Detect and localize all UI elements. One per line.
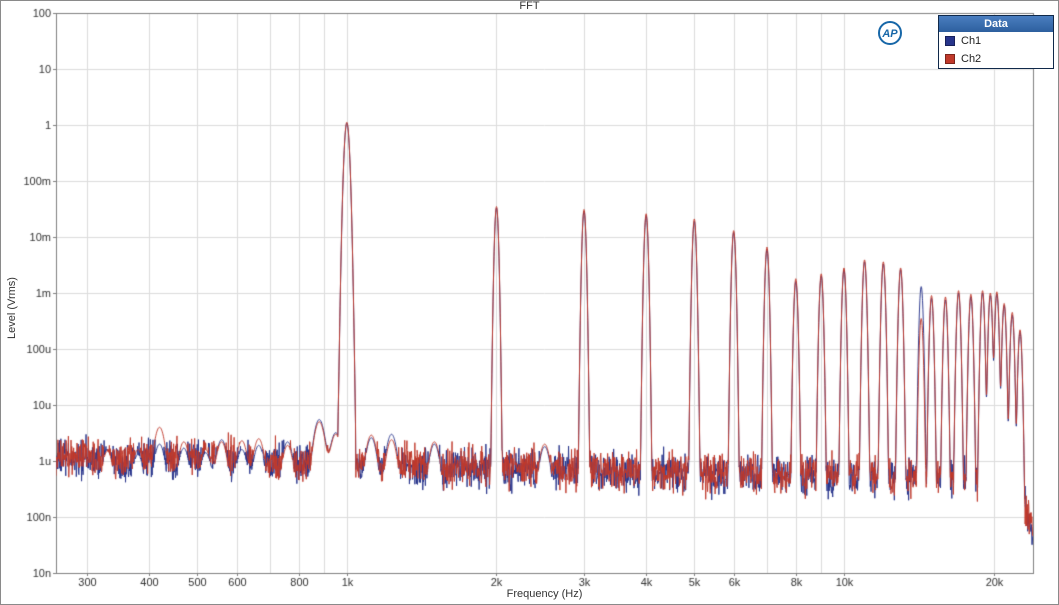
legend-item-ch1[interactable]: Ch1 <box>939 32 1053 50</box>
ap-logo-text: AP <box>881 28 898 40</box>
legend-header: Data <box>939 16 1053 32</box>
legend-items: Ch1 Ch2 <box>939 32 1053 68</box>
legend-swatch <box>945 36 955 46</box>
legend-item-label: Ch2 <box>961 53 981 65</box>
legend-swatch <box>945 54 955 64</box>
legend-item-label: Ch1 <box>961 35 981 47</box>
ap-logo-icon: AP <box>877 20 903 46</box>
plot-canvas <box>1 1 1059 605</box>
legend: Data Ch1 Ch2 <box>938 15 1054 69</box>
y-axis-label: Level (Vrms) <box>6 277 18 339</box>
x-axis-label: Frequency (Hz) <box>56 588 1033 600</box>
chart-title: FFT <box>1 0 1058 12</box>
legend-item-ch2[interactable]: Ch2 <box>939 50 1053 68</box>
fft-plot-window: FFT Level (Vrms) Frequency (Hz) AP Data … <box>0 0 1059 605</box>
